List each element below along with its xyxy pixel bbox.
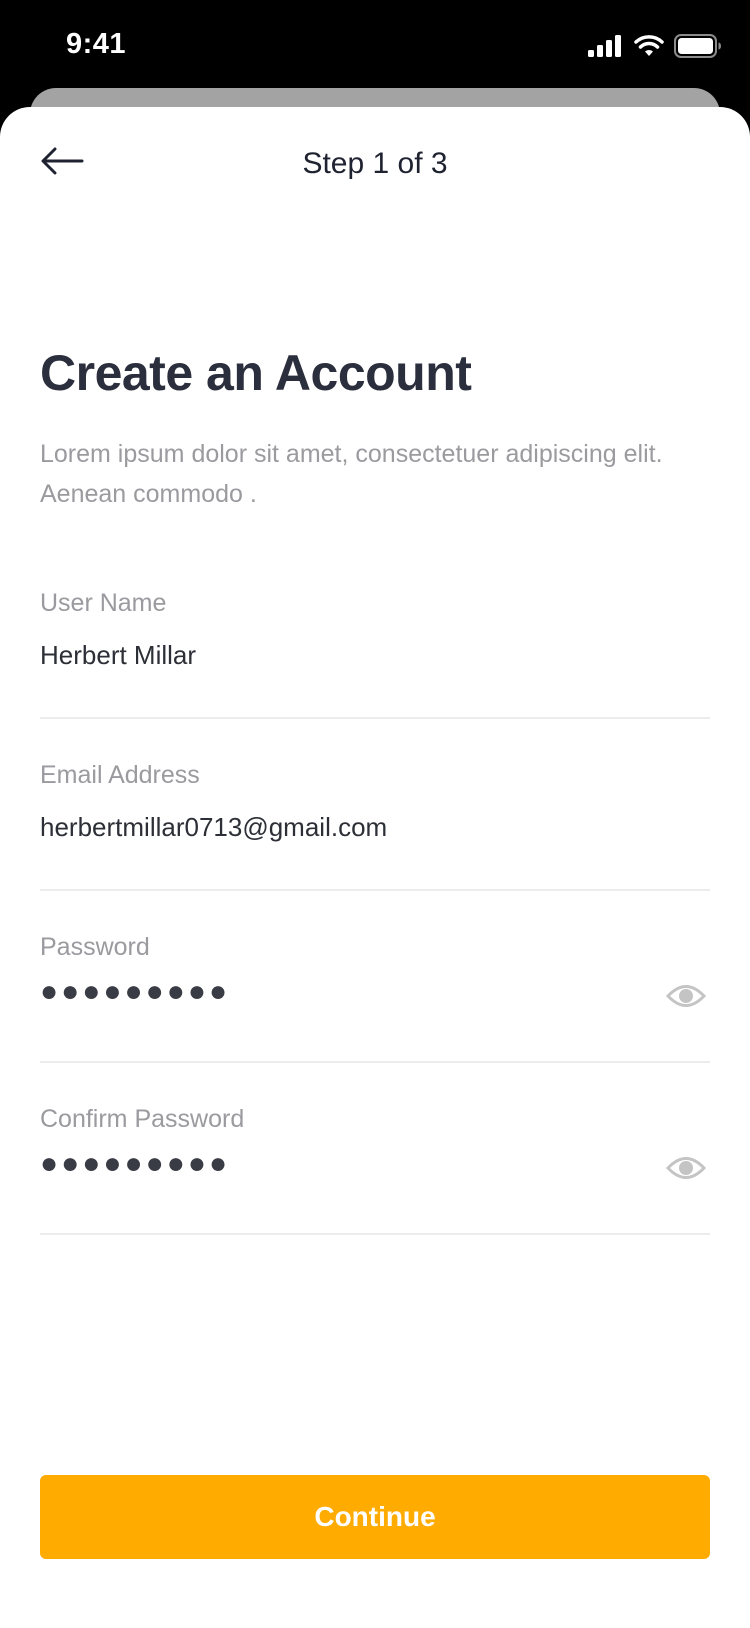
password-visibility-toggle[interactable] (664, 983, 708, 1013)
password-input[interactable]: ●●●●●●●●● (40, 975, 230, 1009)
wifi-icon (634, 35, 664, 62)
username-input[interactable] (40, 637, 640, 673)
page-title: Create an Account (40, 345, 472, 401)
confirm-password-input[interactable]: ●●●●●●●●● (40, 1147, 230, 1181)
password-field: Password ●●●●●●●●● (40, 933, 710, 1063)
email-input[interactable] (40, 809, 640, 845)
nav-bar: Step 1 of 3 (0, 107, 750, 227)
continue-button[interactable]: Continue (40, 1475, 710, 1559)
page-subtitle: Lorem ipsum dolor sit amet, consectetuer… (40, 440, 663, 508)
status-icons (588, 34, 722, 63)
eye-icon (665, 1155, 707, 1186)
username-field: User Name (40, 589, 710, 719)
password-label: Password (40, 933, 150, 961)
confirm-password-label: Confirm Password (40, 1105, 245, 1133)
username-label: User Name (40, 589, 167, 617)
confirm-password-visibility-toggle[interactable] (664, 1155, 708, 1185)
confirm-password-field: Confirm Password ●●●●●●●●● (40, 1105, 710, 1235)
status-bar: 9:41 (0, 0, 750, 96)
battery-icon (674, 34, 722, 63)
email-label: Email Address (40, 761, 200, 789)
signal-icon (588, 35, 624, 62)
eye-icon (665, 983, 707, 1014)
status-time: 9:41 (66, 28, 127, 60)
step-indicator: Step 1 of 3 (302, 147, 448, 180)
signup-sheet: Step 1 of 3 Create an Account Lorem ipsu… (0, 107, 750, 1628)
email-field: Email Address (40, 761, 710, 891)
